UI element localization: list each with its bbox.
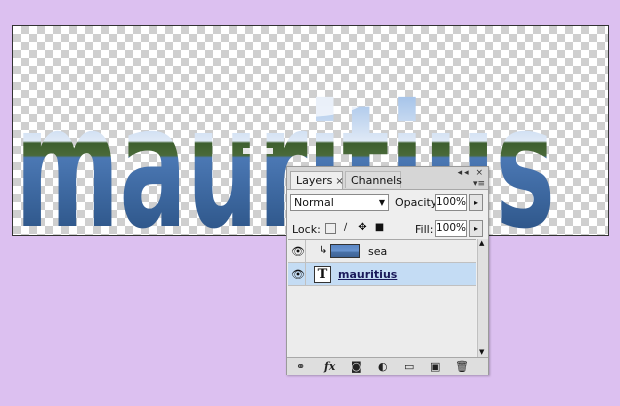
layer-list: 👁 ↳ sea 👁 T mauritius xyxy=(288,239,476,358)
layer-list-scrollbar[interactable]: ▲ ▼ xyxy=(477,239,488,357)
tab-channels-label: Channels xyxy=(351,174,402,187)
layer-mask-icon[interactable]: ◙ xyxy=(351,360,362,373)
opacity-input[interactable]: 100% xyxy=(435,194,467,211)
close-icon[interactable]: × xyxy=(335,176,343,187)
lock-label: Lock: xyxy=(292,223,321,236)
fill-input[interactable]: 100% xyxy=(435,220,467,237)
layer-thumbnail xyxy=(330,244,360,258)
layer-name[interactable]: sea xyxy=(368,245,387,258)
link-layers-icon[interactable]: ⚭ xyxy=(296,360,305,373)
scroll-up-icon[interactable]: ▲ xyxy=(479,239,484,247)
chevron-down-icon: ▼ xyxy=(378,198,385,207)
divider xyxy=(305,240,306,263)
scroll-down-icon[interactable]: ▼ xyxy=(479,348,484,356)
layer-name[interactable]: mauritius xyxy=(338,268,397,281)
opacity-slider-button[interactable]: ▸ xyxy=(469,194,483,211)
text-layer-icon: T xyxy=(314,266,331,283)
panel-bottom-bar: ⚭ fx ◙ ◐ ▭ ▣ 🗑 xyxy=(287,357,488,375)
fill-slider-button[interactable]: ▸ xyxy=(469,220,483,237)
layer-row-mauritius[interactable]: 👁 T mauritius xyxy=(288,263,476,286)
new-layer-icon[interactable]: ▣ xyxy=(430,360,440,373)
panel-menu-icon[interactable]: ▾≡ xyxy=(473,179,485,189)
blend-mode-value: Normal xyxy=(294,196,334,209)
layer-style-icon[interactable]: fx xyxy=(324,360,335,373)
clipping-arrow-icon: ↳ xyxy=(319,245,328,256)
trash-icon[interactable]: 🗑 xyxy=(455,360,469,373)
eye-icon[interactable]: 👁 xyxy=(291,268,305,281)
divider xyxy=(305,263,306,286)
tab-layers-label: Layers xyxy=(296,174,333,187)
window-controls-icon[interactable]: ◂◂ × xyxy=(458,168,485,178)
layer-row-sea[interactable]: 👁 ↳ sea xyxy=(288,240,476,263)
lock-move-icon[interactable]: ✥ xyxy=(357,222,368,233)
panel-tab-bar: Layers × Channels ◂◂ × ▾≡ xyxy=(287,167,488,190)
lock-transparent-icon[interactable] xyxy=(325,223,336,234)
folder-icon[interactable]: ▭ xyxy=(404,360,414,373)
fill-label: Fill: xyxy=(415,223,434,236)
tab-channels[interactable]: Channels xyxy=(345,171,402,188)
eye-icon[interactable]: 👁 xyxy=(291,245,305,258)
layers-panel: Layers × Channels ◂◂ × ▾≡ Normal ▼ Opacit… xyxy=(286,166,489,375)
lock-brush-icon[interactable]: ∕ xyxy=(340,222,351,233)
adjustment-layer-icon[interactable]: ◐ xyxy=(378,360,388,373)
opacity-label: Opacity: xyxy=(395,196,441,209)
blend-mode-select[interactable]: Normal ▼ xyxy=(290,194,389,211)
lock-all-icon[interactable]: ■ xyxy=(374,222,385,233)
tab-layers[interactable]: Layers × xyxy=(290,171,344,189)
